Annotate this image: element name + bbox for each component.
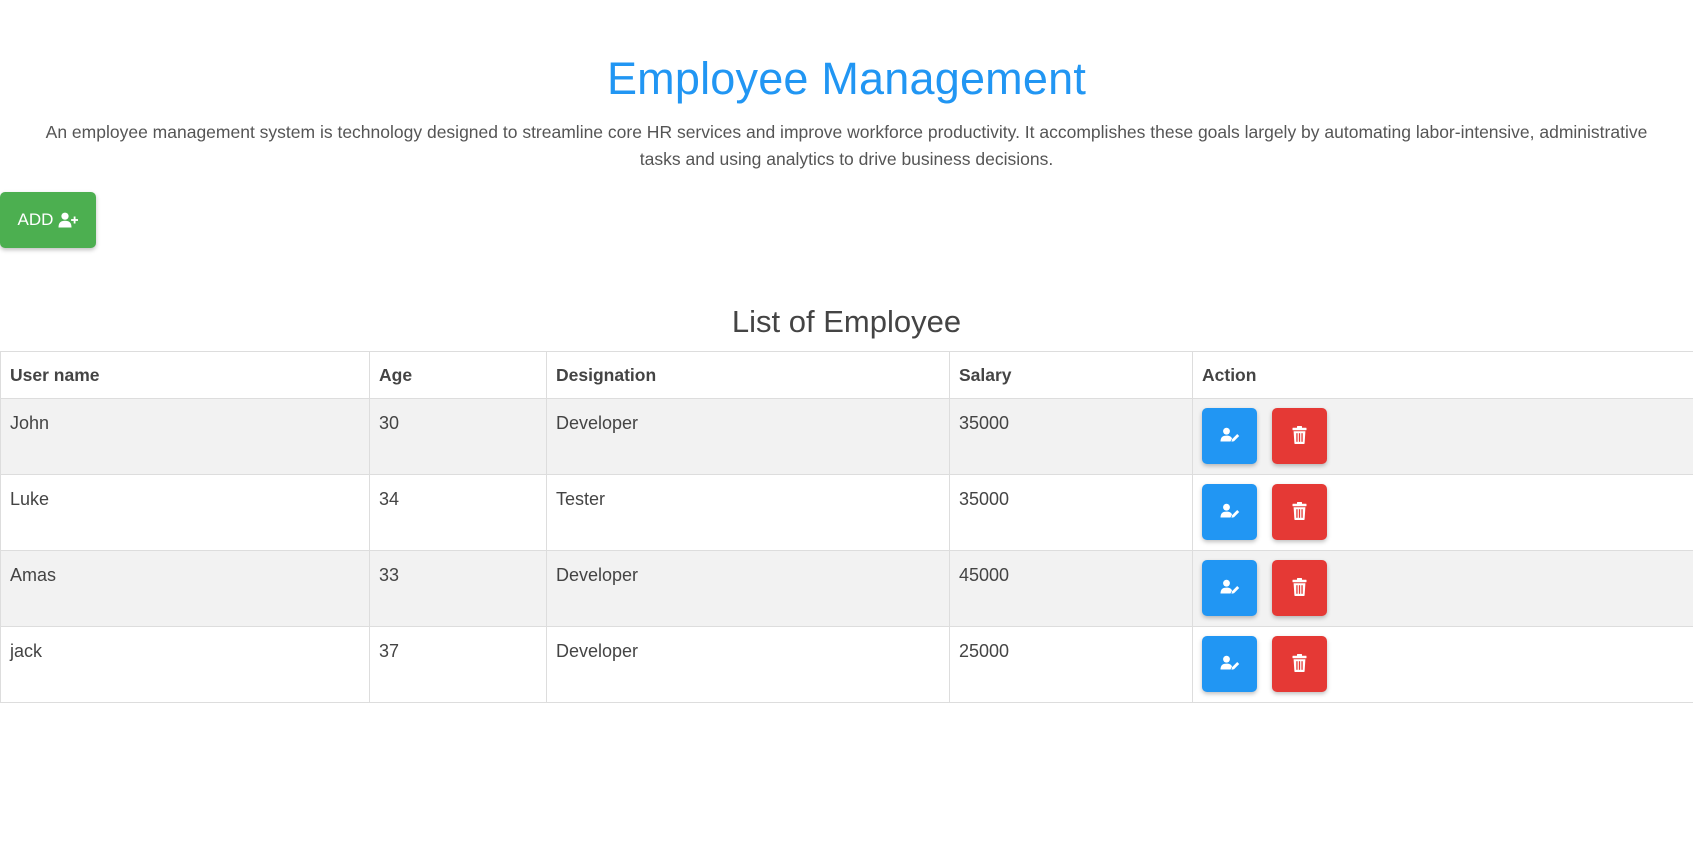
employee-table: User name Age Designation Salary Action …: [0, 351, 1693, 703]
cell-age: 37: [369, 626, 547, 703]
delete-employee-button[interactable]: [1272, 408, 1327, 464]
trash-icon: [1292, 577, 1307, 599]
trash-icon: [1292, 425, 1307, 447]
page-title: Employee Management: [606, 53, 1087, 104]
cell-username: Luke: [0, 474, 370, 551]
trash-icon: [1292, 653, 1307, 675]
cell-age: 33: [369, 550, 547, 627]
cell-username: jack: [0, 626, 370, 703]
page-description: An employee management system is technol…: [45, 122, 1648, 169]
cell-age: 34: [369, 474, 547, 551]
table-row: Amas 33 Developer 45000: [0, 550, 1693, 627]
cell-actions: [1192, 550, 1693, 627]
delete-employee-button[interactable]: [1272, 636, 1327, 692]
cell-age: 30: [369, 398, 547, 475]
cell-salary: 25000: [949, 626, 1193, 703]
cell-actions: [1192, 626, 1693, 703]
column-header-username: User name: [0, 351, 370, 399]
cell-salary: 45000: [949, 550, 1193, 627]
user-edit-icon: [1220, 655, 1240, 674]
user-edit-icon: [1220, 579, 1240, 598]
table-header-row: User name Age Designation Salary Action: [0, 351, 1693, 399]
delete-employee-button[interactable]: [1272, 560, 1327, 616]
cell-designation: Developer: [546, 398, 950, 475]
edit-employee-button[interactable]: [1202, 484, 1257, 540]
column-header-salary: Salary: [949, 351, 1193, 399]
cell-username: Amas: [0, 550, 370, 627]
page: Employee Management An employee manageme…: [0, 0, 1693, 848]
employee-table-body: John 30 Developer 35000 Luke 34 Tester 3…: [0, 398, 1693, 703]
column-header-action: Action: [1192, 351, 1693, 399]
column-header-age: Age: [369, 351, 547, 399]
add-button-label: ADD: [17, 210, 54, 229]
table-row: John 30 Developer 35000: [0, 398, 1693, 475]
edit-employee-button[interactable]: [1202, 408, 1257, 464]
employee-list-title: List of Employee: [731, 304, 962, 339]
cell-designation: Developer: [546, 550, 950, 627]
edit-employee-button[interactable]: [1202, 560, 1257, 616]
cell-username: John: [0, 398, 370, 475]
edit-employee-button[interactable]: [1202, 636, 1257, 692]
cell-designation: Tester: [546, 474, 950, 551]
cell-actions: [1192, 474, 1693, 551]
add-employee-button[interactable]: ADD: [0, 192, 96, 248]
cell-salary: 35000: [949, 474, 1193, 551]
table-row: jack 37 Developer 25000: [0, 626, 1693, 703]
user-edit-icon: [1220, 503, 1240, 522]
delete-employee-button[interactable]: [1272, 484, 1327, 540]
cell-actions: [1192, 398, 1693, 475]
user-edit-icon: [1220, 427, 1240, 446]
column-header-designation: Designation: [546, 351, 950, 399]
cell-salary: 35000: [949, 398, 1193, 475]
cell-designation: Developer: [546, 626, 950, 703]
table-row: Luke 34 Tester 35000: [0, 474, 1693, 551]
user-plus-icon: [58, 212, 79, 228]
trash-icon: [1292, 501, 1307, 523]
